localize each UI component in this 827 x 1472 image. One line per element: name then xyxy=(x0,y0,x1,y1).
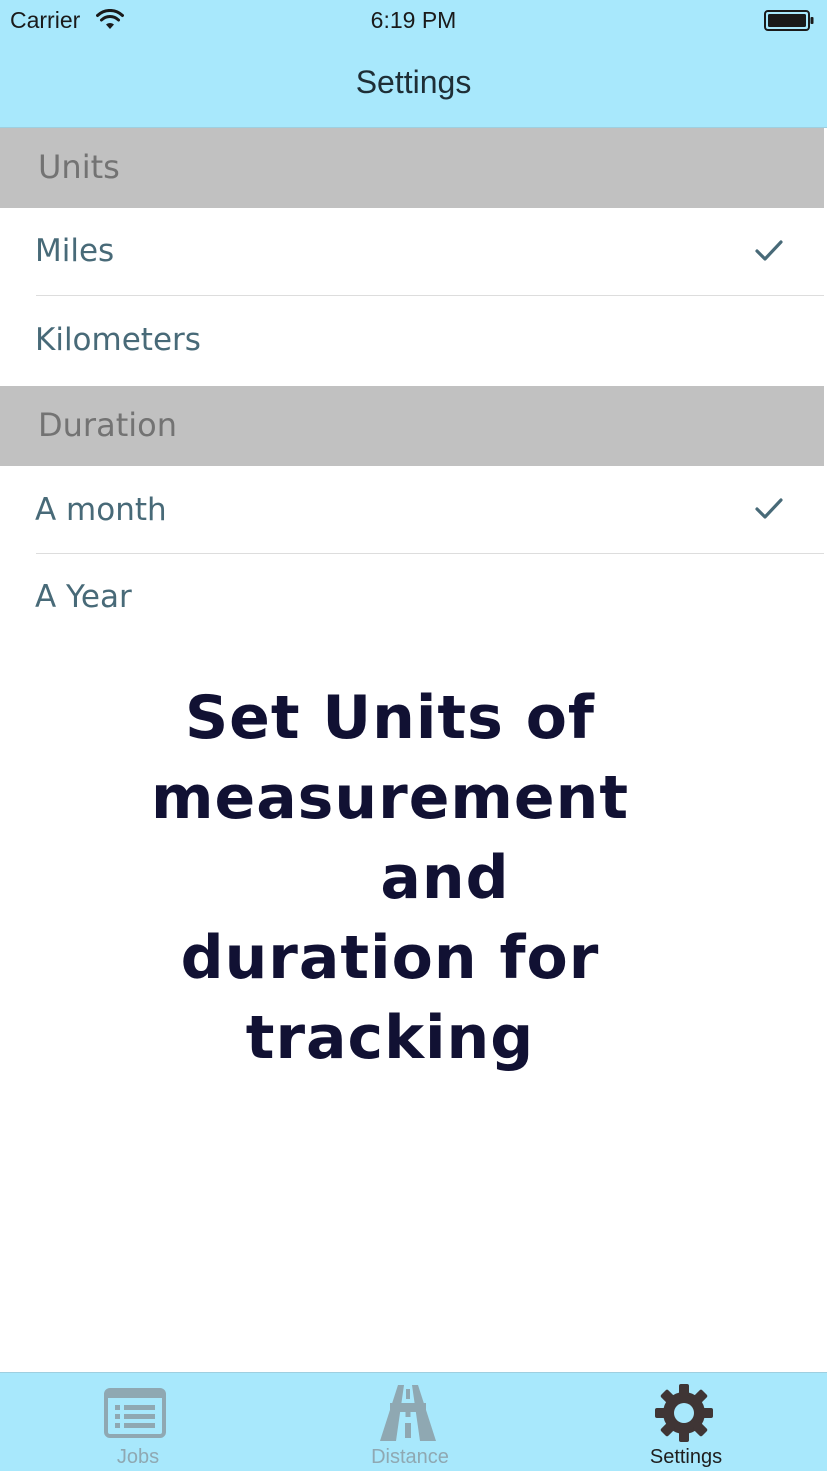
gear-icon xyxy=(655,1384,713,1442)
caption-line: measurement xyxy=(150,763,630,833)
tab-label: Settings xyxy=(649,1446,723,1468)
tab-settings[interactable]: Settings xyxy=(548,1373,824,1472)
checkmark-icon xyxy=(755,498,783,519)
section-header-units: Units xyxy=(0,128,824,208)
overlay-caption: Set Units of measurement and duration fo… xyxy=(150,678,630,1078)
option-label: A month xyxy=(35,492,167,528)
caption-line: duration for xyxy=(180,923,600,993)
caption-line: Set Units of xyxy=(184,683,596,753)
option-label: A Year xyxy=(35,579,132,615)
navigation-header: Carrier 6:19 PM Settings xyxy=(0,0,827,128)
caption-line: and xyxy=(380,843,510,913)
battery-icon xyxy=(764,10,814,31)
tab-distance[interactable]: Distance xyxy=(272,1373,548,1472)
tab-bar: Jobs Distance Settings xyxy=(0,1372,827,1471)
section-header-duration: Duration xyxy=(0,386,824,466)
section-title: Duration xyxy=(38,406,177,444)
option-row-a-month[interactable]: A month xyxy=(0,466,824,553)
option-row-kilometers[interactable]: Kilometers xyxy=(0,296,824,386)
section-title: Units xyxy=(38,148,120,186)
option-label: Kilometers xyxy=(35,322,201,358)
option-label: Miles xyxy=(35,233,115,269)
tab-jobs[interactable]: Jobs xyxy=(0,1373,276,1472)
tab-label: Distance xyxy=(371,1446,449,1468)
caption-line: tracking xyxy=(245,1003,535,1073)
checkmark-icon xyxy=(755,240,783,261)
option-row-miles[interactable]: Miles xyxy=(0,208,824,296)
page-title: Settings xyxy=(355,64,472,100)
road-icon xyxy=(380,1385,436,1441)
tab-label: Jobs xyxy=(116,1446,160,1468)
list-icon xyxy=(104,1388,166,1438)
status-time: 6:19 PM xyxy=(370,7,457,33)
option-row-a-year[interactable]: A Year xyxy=(0,554,824,642)
status-bar: Carrier 6:19 PM xyxy=(0,0,827,40)
